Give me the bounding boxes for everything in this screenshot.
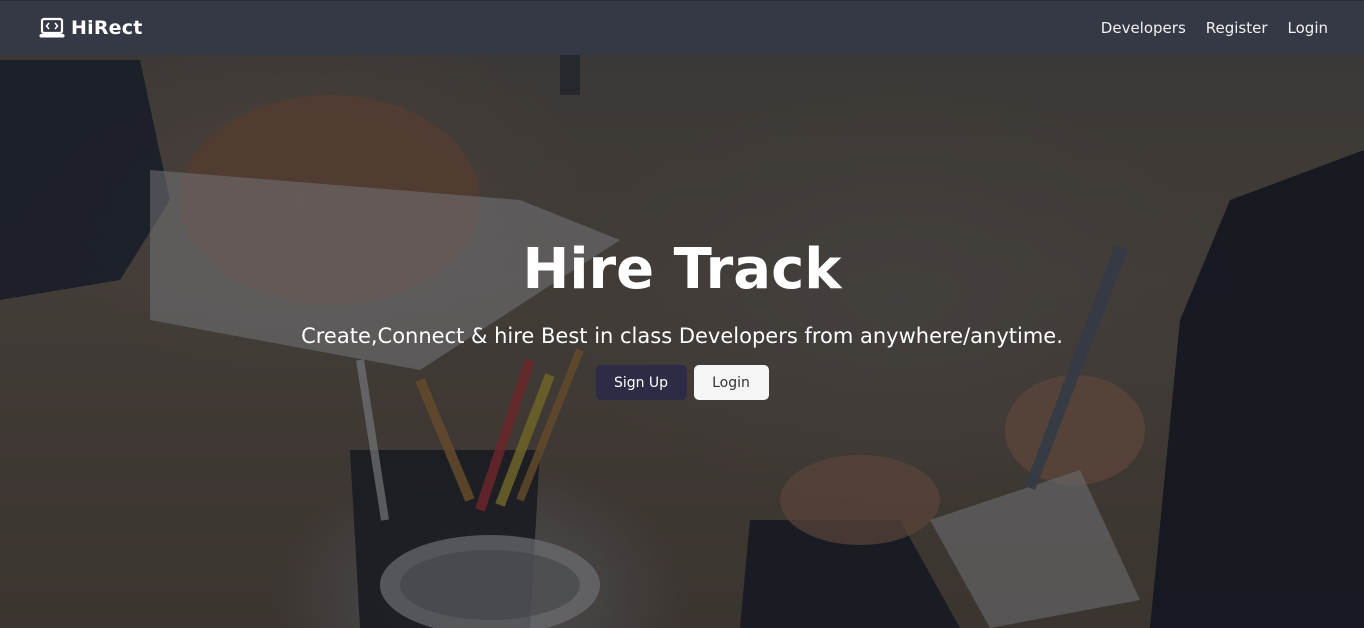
signup-button[interactable]: Sign Up [595,365,687,400]
page: HiRect Developers Register Login Hire Tr… [0,0,1364,628]
hero-title: Hire Track [522,237,842,302]
login-button[interactable]: Login [693,365,769,400]
hero-section: Hire Track Create,Connect & hire Best in… [0,0,1364,628]
hero-subtitle: Create,Connect & hire Best in class Deve… [301,324,1063,348]
hero-actions: Sign Up Login [595,365,769,400]
